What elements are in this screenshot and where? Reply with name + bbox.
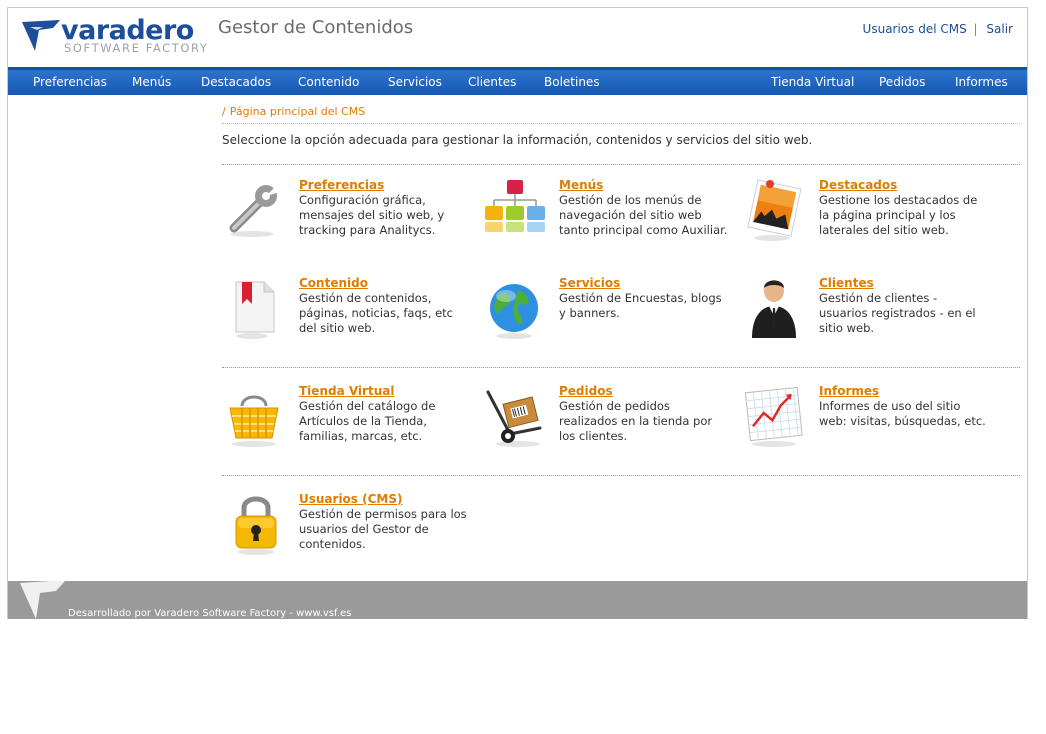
bookmarked-document-icon <box>235 281 275 339</box>
intro-text: Seleccione la opción adecuada para gesti… <box>222 133 813 147</box>
module-desc-servicios: Gestión de Encuestas, blogs y banners. <box>559 291 722 320</box>
cms-users-link[interactable]: Usuarios del CMS <box>863 22 967 36</box>
app-title: Gestor de Contenidos <box>218 17 414 38</box>
varadero-logo[interactable]: varadero SOFTWARE FACTORY <box>21 15 207 55</box>
module-desc-informes: Informes de uso del sitio web: visitas, … <box>819 399 986 428</box>
module-desc-destacados: Gestione los destacados de la página pri… <box>819 193 978 237</box>
module-usuarios-cms: Usuarios (CMS) Gestión de permisos para … <box>222 492 482 577</box>
logout-link[interactable]: Salir <box>986 22 1013 36</box>
header: varadero SOFTWARE FACTORY Gestor de Cont… <box>8 8 1027 66</box>
nav-item-menus[interactable]: Menús <box>132 75 171 89</box>
section-divider <box>222 164 1020 165</box>
footer-v-logo-icon <box>20 580 66 619</box>
module-title-pedidos[interactable]: Pedidos <box>559 384 613 398</box>
module-title-contenido[interactable]: Contenido <box>299 276 368 290</box>
module-menus: Menús Gestión de los menús de navegación… <box>482 178 742 263</box>
hand-truck-icon <box>486 390 542 447</box>
nav-item-destacados[interactable]: Destacados <box>201 75 271 89</box>
module-pedidos: Pedidos Gestión de pedidos realizados en… <box>482 384 742 469</box>
module-title-usuarios-cms[interactable]: Usuarios (CMS) <box>299 492 402 506</box>
module-desc-usuarios-cms: Gestión de permisos para los usuarios de… <box>299 507 467 551</box>
module-title-tienda-virtual[interactable]: Tienda Virtual <box>299 384 394 398</box>
module-desc-tienda-virtual: Gestión del catálogo de Artículos de la … <box>299 399 436 443</box>
module-desc-contenido: Gestión de contenidos, páginas, noticias… <box>299 291 453 335</box>
businessman-icon <box>752 280 796 338</box>
sitemap-icon <box>485 180 545 232</box>
link-separator: | <box>973 22 978 36</box>
module-desc-menus: Gestión de los menús de navegación del s… <box>559 193 728 237</box>
padlock-icon <box>235 496 277 555</box>
module-servicios: Servicios Gestión de Encuestas, blogs y … <box>482 276 742 361</box>
module-title-destacados[interactable]: Destacados <box>819 178 897 192</box>
line-chart-icon <box>744 386 803 447</box>
module-title-clientes[interactable]: Clientes <box>819 276 874 290</box>
module-informes: Informes Informes de uso del sitio web: … <box>742 384 1002 469</box>
page-frame: varadero SOFTWARE FACTORY Gestor de Cont… <box>7 7 1028 619</box>
nav-item-clientes[interactable]: Clientes <box>468 75 516 89</box>
pinned-photo-icon <box>747 179 802 241</box>
nav-item-pedidos[interactable]: Pedidos <box>879 75 925 89</box>
footer-credits: Desarrollado por Varadero Software Facto… <box>68 608 352 619</box>
module-desc-clientes: Gestión de clientes - usuarios registrad… <box>819 291 976 335</box>
module-title-informes[interactable]: Informes <box>819 384 879 398</box>
module-clientes: Clientes Gestión de clientes - usuarios … <box>742 276 1002 361</box>
module-desc-preferencias: Configuración gráfica, mensajes del siti… <box>299 193 445 237</box>
nav-item-preferencias[interactable]: Preferencias <box>33 75 107 89</box>
main-nav: Preferencias Menús Destacados Contenido … <box>8 67 1027 95</box>
nav-item-contenido[interactable]: Contenido <box>298 75 359 89</box>
module-title-servicios[interactable]: Servicios <box>559 276 620 290</box>
v-wing-icon <box>22 20 60 51</box>
section-divider <box>222 475 1020 476</box>
breadcrumb-separator: / <box>222 105 226 118</box>
module-tienda-virtual: Tienda Virtual Gestión del catálogo de A… <box>222 384 482 469</box>
module-desc-pedidos: Gestión de pedidos realizados en la tien… <box>559 399 713 443</box>
logo-tagline: SOFTWARE FACTORY <box>64 41 209 55</box>
nav-item-servicios[interactable]: Servicios <box>388 75 442 89</box>
breadcrumb-current: Página principal del CMS <box>229 105 366 118</box>
wrench-icon <box>229 184 280 237</box>
shopping-basket-icon <box>229 395 279 447</box>
nav-item-boletines[interactable]: Boletines <box>544 75 600 89</box>
module-title-menus[interactable]: Menús <box>559 178 603 192</box>
module-destacados: Destacados Gestione los destacados de la… <box>742 178 1002 263</box>
module-title-preferencias[interactable]: Preferencias <box>299 178 384 192</box>
breadcrumb: / Página principal del CMS <box>222 105 1020 124</box>
module-preferencias: Preferencias Configuración gráfica, mens… <box>222 178 482 263</box>
nav-item-informes[interactable]: Informes <box>955 75 1008 89</box>
top-links: Usuarios del CMS | Salir <box>863 22 1013 36</box>
globe-icon <box>490 284 538 339</box>
section-divider <box>222 367 1020 368</box>
module-contenido: Contenido Gestión de contenidos, páginas… <box>222 276 482 361</box>
footer: Desarrollado por Varadero Software Facto… <box>8 580 1027 619</box>
nav-item-tienda-virtual[interactable]: Tienda Virtual <box>771 75 854 89</box>
